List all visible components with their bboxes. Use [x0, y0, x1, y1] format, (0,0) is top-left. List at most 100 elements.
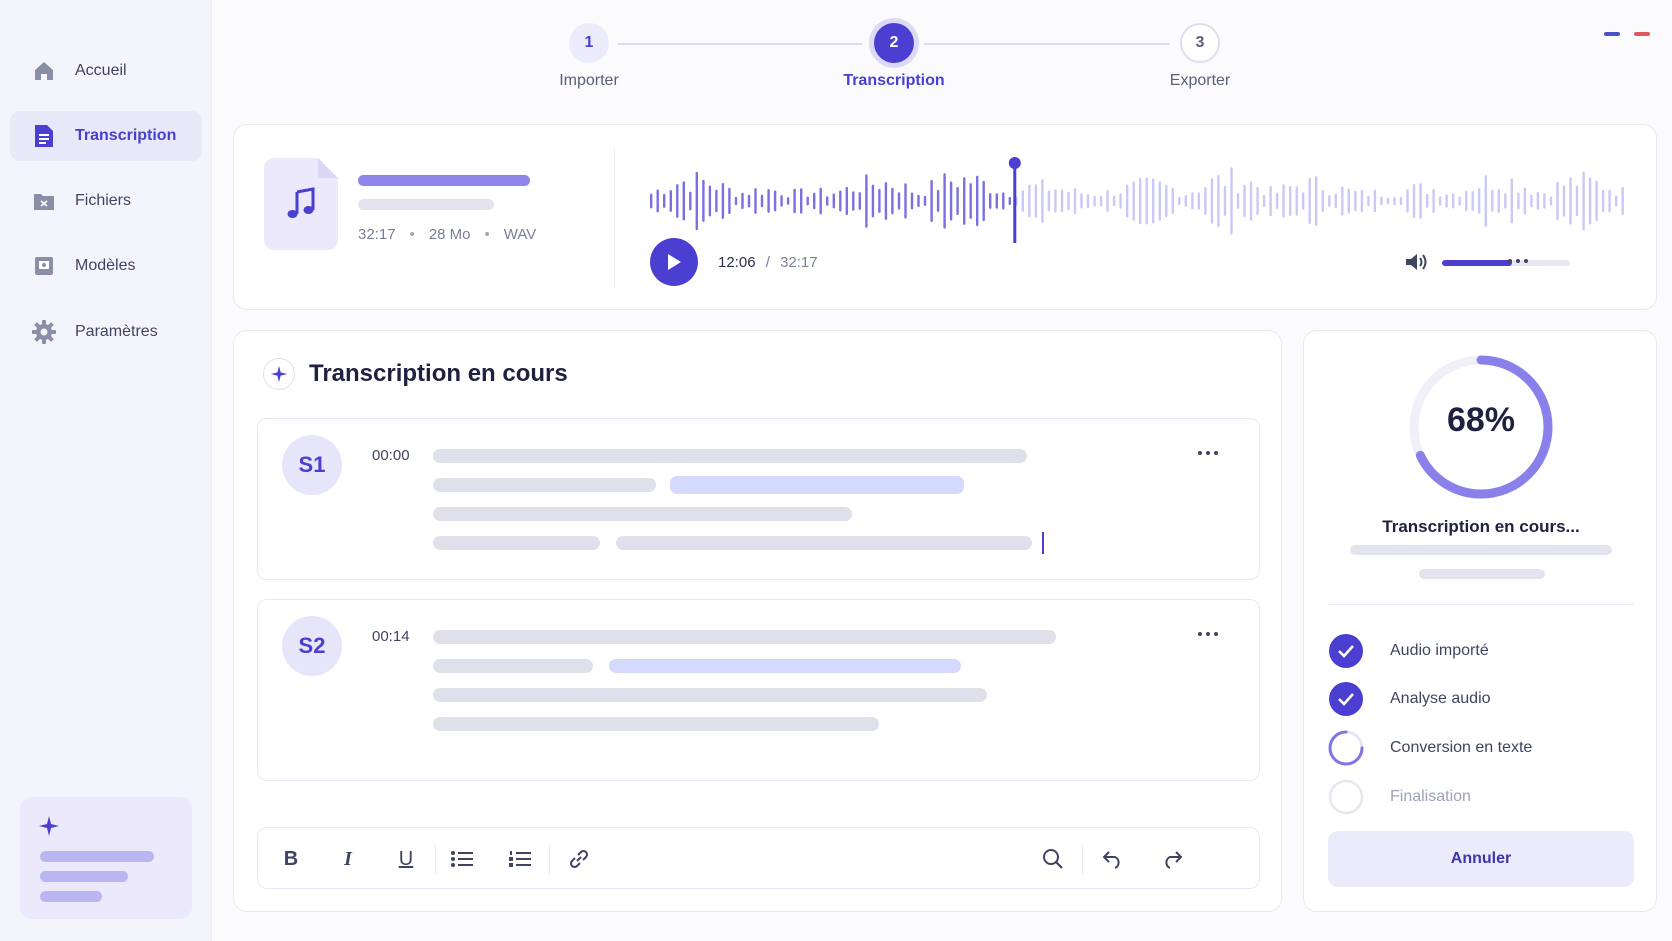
waveform-bar	[669, 190, 672, 212]
playhead[interactable]	[1013, 165, 1017, 243]
play-button[interactable]	[650, 238, 698, 286]
waveform-bar	[1582, 171, 1585, 231]
waveform-bar	[1067, 191, 1070, 211]
underline-button[interactable]: U	[391, 844, 421, 874]
undo-button[interactable]	[1098, 844, 1128, 874]
waveform-bar	[1601, 189, 1605, 213]
text-cursor	[1042, 532, 1044, 554]
promo-placeholder-line	[40, 871, 128, 882]
waveform-bar	[1406, 189, 1409, 213]
sidebar-item-label: Paramètres	[75, 323, 158, 340]
waveform-bar	[695, 171, 698, 231]
flag-red-stripe	[1634, 32, 1650, 36]
audio-waveform[interactable]	[649, 155, 1627, 245]
waveform-bar	[747, 194, 751, 208]
waveform-bar	[1569, 177, 1572, 225]
sidebar-item-parametres[interactable]: Paramètres	[10, 307, 202, 357]
waveform-bar	[1204, 187, 1207, 215]
waveform-bar	[702, 179, 705, 222]
waveform-bar	[1367, 195, 1370, 207]
text-placeholder-line	[433, 688, 987, 702]
cancel-button[interactable]: Annuler	[1328, 831, 1634, 887]
waveform-bar	[1621, 186, 1624, 216]
segment-more-button[interactable]	[1194, 447, 1222, 459]
sidebar-item-accueil[interactable]: Accueil	[10, 46, 202, 96]
waveform-bar	[1158, 181, 1161, 221]
step-3-label: Exporter	[1169, 72, 1231, 89]
waveform-bar	[989, 193, 992, 209]
waveform-bar	[689, 191, 692, 211]
waveform-bar	[1347, 188, 1350, 214]
waveform-bar	[884, 182, 888, 220]
player-more-button[interactable]	[1504, 255, 1532, 267]
step-2-circle[interactable]: 2	[874, 23, 914, 63]
waveform-bar	[1119, 193, 1122, 209]
waveform-bar	[1171, 187, 1174, 214]
bullet-list-icon	[451, 851, 473, 867]
waveform-bar	[1308, 177, 1311, 224]
total-time: 32:17	[780, 254, 818, 271]
bullet-list-button[interactable]	[447, 844, 477, 874]
link-icon	[569, 849, 589, 869]
transcript-segment[interactable]: S1 00:00	[257, 418, 1260, 580]
volume-icon[interactable]	[1404, 251, 1430, 278]
waveform-bar	[1530, 194, 1533, 208]
promo-card[interactable]	[20, 797, 192, 919]
waveform-bar	[995, 193, 998, 209]
waveform-bar	[819, 187, 822, 215]
sidebar-item-fichiers[interactable]: Fichiers	[10, 176, 202, 226]
waveform-bar	[1419, 183, 1422, 219]
waveform-bar	[1575, 185, 1579, 217]
text-placeholder-line	[433, 717, 879, 731]
waveform-bar	[1328, 195, 1331, 207]
text-placeholder-line	[433, 659, 593, 673]
redo-button[interactable]	[1157, 844, 1187, 874]
waveform-bar	[865, 174, 868, 228]
numbered-list-button[interactable]	[505, 844, 535, 874]
step-1-label: Importer	[559, 72, 619, 89]
toolbar-divider	[549, 844, 550, 874]
playhead-handle[interactable]	[1008, 157, 1021, 169]
segment-more-button[interactable]	[1194, 628, 1222, 640]
link-button[interactable]	[564, 844, 594, 874]
waveform-bar	[1510, 178, 1513, 224]
waveform-bar	[956, 186, 959, 216]
bold-button[interactable]: B	[276, 844, 306, 874]
waveform-bar	[1256, 186, 1259, 216]
waveform-bar	[1360, 189, 1364, 213]
waveform-bar	[963, 177, 966, 225]
waveform-bar	[930, 179, 933, 223]
sparkle-icon	[263, 358, 295, 390]
waveform-bar	[858, 192, 861, 210]
underline-icon: U	[398, 847, 414, 870]
waveform-bar	[1139, 177, 1142, 225]
sidebar-item-modeles[interactable]: Modèles	[10, 241, 202, 291]
waveform-bar	[754, 188, 757, 214]
waveform-bar	[1432, 189, 1435, 213]
waveform-bar	[1197, 192, 1201, 210]
segment-timestamp: 00:14	[372, 628, 410, 645]
step-1-circle[interactable]: 1	[569, 23, 609, 63]
italic-button[interactable]: I	[333, 844, 363, 874]
gear-icon	[30, 318, 58, 346]
sidebar-item-label: Fichiers	[75, 192, 132, 209]
waveform-bar	[806, 196, 809, 206]
step-3-circle[interactable]: 3	[1180, 23, 1220, 63]
waveform-bar	[904, 183, 907, 219]
search-button[interactable]	[1038, 844, 1068, 874]
text-placeholder-line	[433, 478, 656, 492]
folder-icon	[30, 187, 58, 215]
highlighted-text-line	[670, 476, 964, 494]
transcription-card: Transcription en cours S1 00:00 S2 00:14…	[233, 330, 1282, 912]
sidebar-item-transcription[interactable]: Transcription	[10, 111, 202, 161]
waveform-bar	[1595, 180, 1598, 222]
transcript-segment[interactable]: S2 00:14	[257, 599, 1260, 781]
waveform-bar	[1184, 195, 1187, 207]
waveform-bar	[1452, 193, 1455, 209]
redo-icon	[1165, 851, 1183, 869]
waveform-bar	[1034, 184, 1038, 218]
toolbar-divider	[1082, 844, 1083, 874]
progress-percent: 68%	[1446, 401, 1516, 439]
numbered-list-icon	[509, 851, 531, 867]
playback-time: 12:06 / 32:17	[718, 254, 818, 271]
